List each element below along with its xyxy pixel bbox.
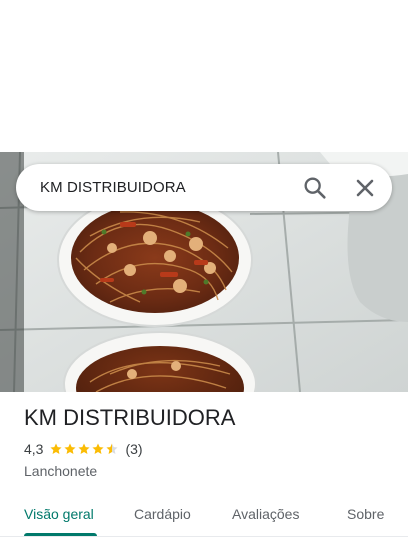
- search-bar[interactable]: KM DISTRIBUIDORA: [16, 164, 392, 211]
- map-blank-area: [0, 0, 408, 152]
- rating-value: 4,3: [24, 441, 44, 457]
- place-info: KM DISTRIBUIDORA 4,3 (3) Lanchonete: [24, 404, 394, 480]
- tab-about[interactable]: Sobre: [347, 492, 384, 536]
- place-tabs: Visão geral Cardápio Avaliações Sobre: [0, 492, 408, 537]
- tab-overview[interactable]: Visão geral: [24, 492, 94, 536]
- star-icon: [64, 443, 77, 454]
- active-tab-indicator: [24, 533, 97, 536]
- place-category[interactable]: Lanchonete: [24, 462, 394, 480]
- review-count[interactable]: (3): [125, 441, 142, 457]
- tab-menu[interactable]: Cardápio: [134, 492, 191, 536]
- star-icon: [78, 443, 91, 454]
- tab-reviews[interactable]: Avaliações: [232, 492, 299, 536]
- search-query-text[interactable]: KM DISTRIBUIDORA: [40, 164, 186, 211]
- search-icon[interactable]: [301, 174, 329, 202]
- star-half-icon: [106, 443, 119, 454]
- place-title: KM DISTRIBUIDORA: [24, 405, 236, 430]
- star-icon: [50, 443, 63, 454]
- star-icon: [92, 443, 105, 454]
- star-rating: [49, 442, 119, 456]
- close-icon[interactable]: [351, 174, 379, 202]
- rating-row[interactable]: 4,3 (3): [24, 440, 394, 458]
